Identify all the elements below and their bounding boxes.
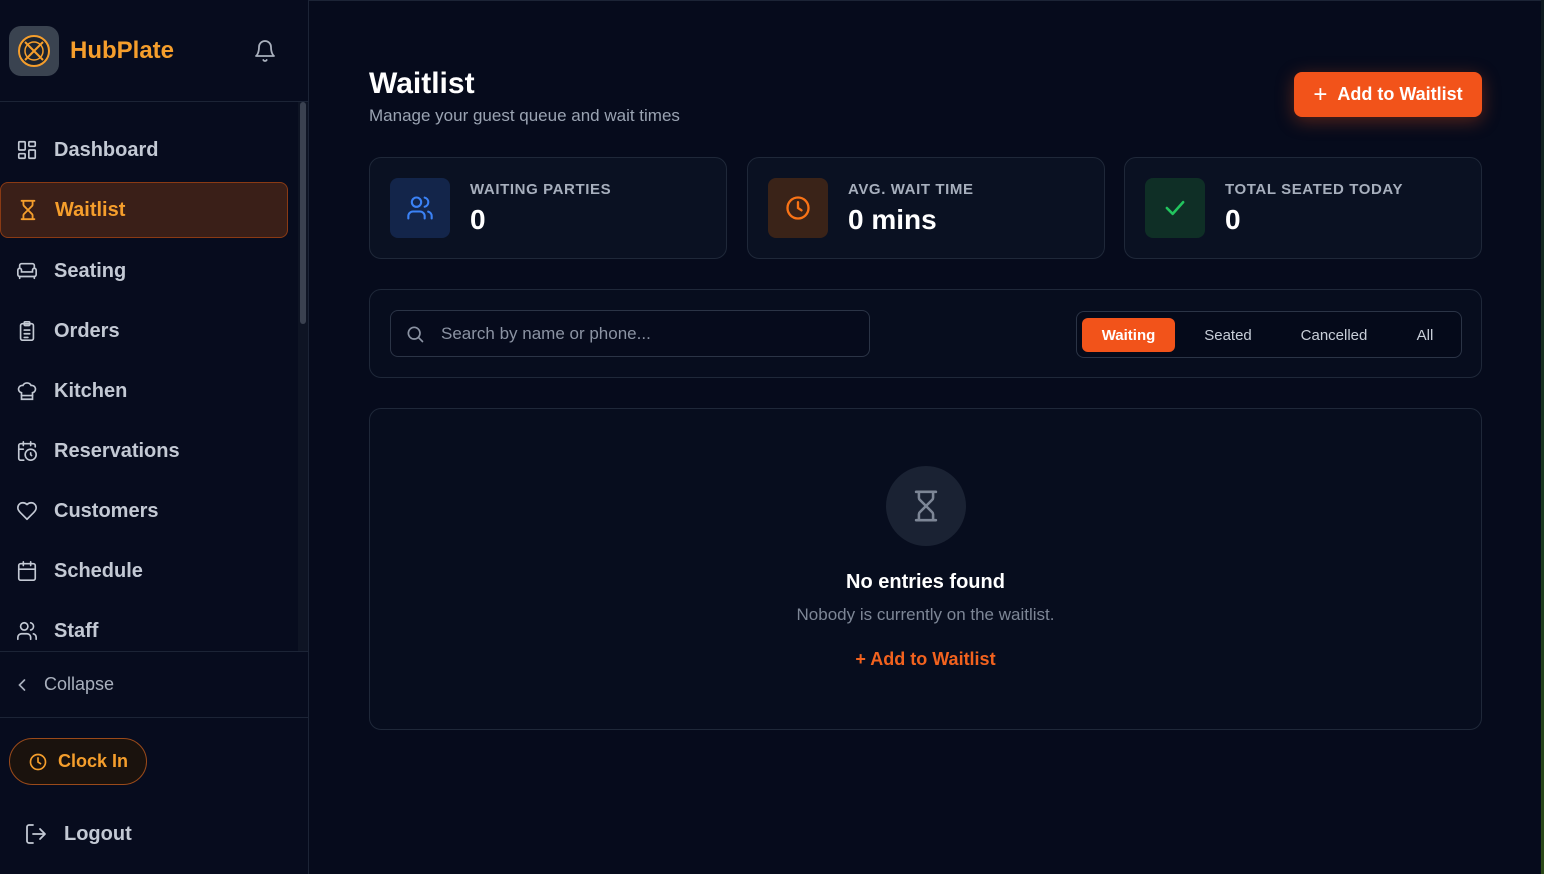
filter-bar: Waiting Seated Cancelled All <box>369 289 1482 378</box>
sidebar-item-label: Waitlist <box>55 198 126 221</box>
collapse-button[interactable]: Collapse <box>0 651 308 718</box>
clipboard-icon <box>15 319 39 343</box>
clock-in-label: Clock In <box>57 751 128 771</box>
logo-icon <box>9 26 59 76</box>
users-icon <box>390 178 450 238</box>
heart-icon <box>15 499 39 523</box>
plus-icon: + <box>1313 80 1328 108</box>
page-title: Waitlist <box>369 67 475 100</box>
clock-in-button[interactable]: Clock In <box>9 738 147 785</box>
sidebar-item-waitlist[interactable]: Waitlist <box>0 182 288 238</box>
stat-value: 0 mins <box>848 204 937 235</box>
tab-all[interactable]: All <box>1393 318 1457 352</box>
sidebar-item-dashboard[interactable]: Dashboard <box>0 122 288 178</box>
sidebar-nav: Dashboard Waitlist Seating Orders Kitche… <box>0 102 298 651</box>
dashboard-icon <box>15 138 39 162</box>
stat-value: 0 <box>1225 204 1241 235</box>
sidebar-item-label: Orders <box>54 319 120 342</box>
sidebar-item-label: Schedule <box>54 559 143 582</box>
logout-label: Logout <box>64 822 132 845</box>
empty-state-add-link[interactable]: + Add to Waitlist <box>370 649 1481 670</box>
calendar-icon <box>15 559 39 583</box>
stat-card-avg-wait: AVG. WAIT TIME 0 mins <box>747 157 1105 259</box>
calendar-clock-icon <box>15 439 39 463</box>
search-icon <box>405 324 425 344</box>
app-root: HubPlate Dashboard Waitlist Seating Orde… <box>0 0 1544 874</box>
page-subtitle: Manage your guest queue and wait times <box>369 106 680 125</box>
search-input[interactable] <box>441 323 841 344</box>
add-button-label: Add to Waitlist <box>1337 84 1463 104</box>
chef-hat-icon <box>15 379 39 403</box>
brand-header: HubPlate <box>0 0 308 102</box>
search-field[interactable] <box>390 310 870 357</box>
add-to-waitlist-button[interactable]: + Add to Waitlist <box>1294 72 1482 117</box>
status-tabs: Waiting Seated Cancelled All <box>1076 311 1462 358</box>
hourglass-icon <box>16 198 40 222</box>
sidebar-item-schedule[interactable]: Schedule <box>0 543 288 599</box>
sidebar-item-label: Kitchen <box>54 379 128 402</box>
sidebar-item-label: Seating <box>54 259 127 282</box>
tab-waiting[interactable]: Waiting <box>1082 318 1175 352</box>
clock-icon <box>28 752 48 772</box>
logout-icon <box>24 822 48 846</box>
sofa-icon <box>15 259 39 283</box>
chevron-left-icon <box>12 675 34 695</box>
bell-icon[interactable] <box>253 39 277 63</box>
tab-cancelled[interactable]: Cancelled <box>1281 318 1387 352</box>
sidebar-item-staff[interactable]: Staff <box>0 603 288 651</box>
sidebar-item-seating[interactable]: Seating <box>0 243 288 299</box>
empty-state-title: No entries found <box>846 571 1005 593</box>
stat-label: AVG. WAIT TIME <box>848 181 974 198</box>
brand-name: HubPlate <box>70 37 175 64</box>
clock-icon <box>768 178 828 238</box>
sidebar-scrollbar[interactable] <box>298 102 308 651</box>
check-icon <box>1145 178 1205 238</box>
sidebar-item-label: Customers <box>54 499 159 522</box>
sidebar-item-orders[interactable]: Orders <box>0 303 288 359</box>
logout-button[interactable]: Logout <box>24 816 132 852</box>
scrollbar-thumb[interactable] <box>300 102 306 324</box>
sidebar-item-label: Staff <box>54 619 99 642</box>
stat-label: WAITING PARTIES <box>470 181 612 198</box>
sidebar-item-label: Dashboard <box>54 138 159 161</box>
main-content: Waitlist Manage your guest queue and wai… <box>309 0 1541 874</box>
stat-card-total-seated: TOTAL SEATED TODAY 0 <box>1124 157 1482 259</box>
hourglass-icon <box>886 466 966 546</box>
stat-card-waiting-parties: WAITING PARTIES 0 <box>369 157 727 259</box>
stat-label: TOTAL SEATED TODAY <box>1225 181 1404 198</box>
users-icon <box>15 619 39 643</box>
sidebar-item-reservations[interactable]: Reservations <box>0 423 288 479</box>
stat-value: 0 <box>470 204 486 235</box>
tab-seated[interactable]: Seated <box>1181 318 1275 352</box>
sidebar-item-kitchen[interactable]: Kitchen <box>0 363 288 419</box>
sidebar-item-label: Reservations <box>54 439 180 462</box>
collapse-label: Collapse <box>44 674 115 694</box>
empty-state-card: No entries found Nobody is currently on … <box>369 408 1482 730</box>
empty-state-subtitle: Nobody is currently on the waitlist. <box>796 605 1055 624</box>
sidebar: HubPlate Dashboard Waitlist Seating Orde… <box>0 0 309 874</box>
sidebar-item-customers[interactable]: Customers <box>0 483 288 539</box>
